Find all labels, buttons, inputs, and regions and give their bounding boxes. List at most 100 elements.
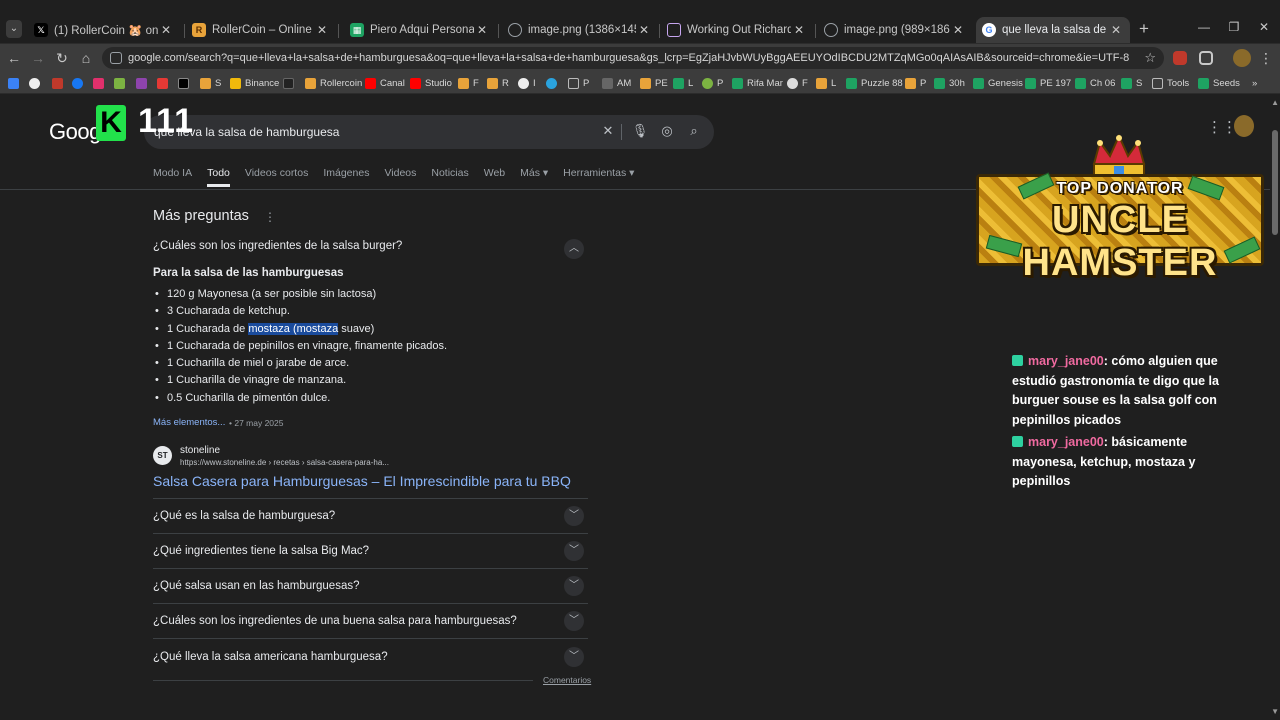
bookmark-item[interactable]: Rifa Mar xyxy=(732,75,783,91)
tab-search-button[interactable]: ⌄ xyxy=(6,20,22,38)
more-elements-link[interactable]: Más elementos... xyxy=(153,417,225,428)
bookmark-item[interactable] xyxy=(52,75,67,91)
close-icon[interactable]: ✕ xyxy=(474,23,490,37)
bookmark-item[interactable]: Studio xyxy=(410,75,452,91)
site-info-icon[interactable] xyxy=(110,52,122,64)
extension-icon[interactable] xyxy=(1173,51,1187,65)
bookmark-item[interactable]: Seeds xyxy=(1198,75,1240,91)
bookmark-item[interactable]: PE xyxy=(640,75,668,91)
chevron-down-icon[interactable]: ﹀ xyxy=(564,576,584,596)
chevron-up-icon[interactable]: ︿ xyxy=(564,239,584,259)
bookmark-item[interactable]: Puzzle 88 xyxy=(846,75,903,91)
close-icon[interactable]: ✕ xyxy=(950,23,966,37)
browser-tab[interactable]: Working Out Richard Simmons ✕ xyxy=(661,18,813,42)
bookmark-item[interactable]: S xyxy=(1121,75,1142,91)
profile-avatar[interactable] xyxy=(1233,49,1251,67)
tab-mas[interactable]: Más ▾ xyxy=(520,167,548,187)
search-icon[interactable]: ⌕ xyxy=(685,123,703,139)
bookmark-item[interactable] xyxy=(29,75,44,91)
question-row[interactable]: ¿Cuáles son los ingredientes de una buen… xyxy=(153,604,588,639)
question-row[interactable]: ¿Qué lleva la salsa americana hamburgues… xyxy=(153,640,588,675)
bookmark-item[interactable] xyxy=(72,75,87,91)
tab-imagenes[interactable]: Imágenes xyxy=(323,167,369,187)
bookmark-item[interactable]: R xyxy=(487,75,509,91)
bookmark-item[interactable] xyxy=(136,75,151,91)
tab-videos-cortos[interactable]: Videos cortos xyxy=(245,167,308,187)
source-name[interactable]: stoneline xyxy=(180,445,220,456)
clear-icon[interactable]: ✕ xyxy=(599,123,617,139)
bookmark-item[interactable]: Rollercoin xyxy=(305,75,362,91)
tab-noticias[interactable]: Noticias xyxy=(431,167,468,187)
question-expanded[interactable]: ¿Cuáles son los ingredientes de la salsa… xyxy=(153,239,588,259)
close-icon[interactable]: ✕ xyxy=(1108,23,1124,37)
close-icon[interactable]: ✕ xyxy=(158,23,174,37)
bookmark-item[interactable]: Binance xyxy=(230,75,279,91)
restore-icon[interactable]: ❐ xyxy=(1226,20,1242,34)
address-bar[interactable]: google.com/search?q=que+lleva+la+salsa+d… xyxy=(102,47,1164,69)
browser-tab[interactable]: image.png (989×186) ✕ xyxy=(818,18,972,42)
bookmark-star-icon[interactable]: ☆ xyxy=(1144,47,1156,69)
tab-todo[interactable]: Todo xyxy=(207,167,230,187)
source-favicon[interactable]: ST xyxy=(153,446,172,465)
bookmark-item[interactable]: F xyxy=(458,75,479,91)
bookmark-item[interactable]: L xyxy=(816,75,836,91)
chevron-down-icon[interactable]: ﹀ xyxy=(564,647,584,667)
chevron-down-icon[interactable]: ﹀ xyxy=(564,541,584,561)
source-url[interactable]: https://www.stoneline.de › recetas › sal… xyxy=(180,458,389,467)
tab-videos[interactable]: Videos xyxy=(384,167,416,187)
question-row[interactable]: ¿Qué ingredientes tiene la salsa Big Mac… xyxy=(153,534,588,569)
bookmark-item[interactable]: L xyxy=(673,75,693,91)
chevron-down-icon[interactable]: ﹀ xyxy=(564,506,584,526)
minimize-icon[interactable]: — xyxy=(1196,20,1212,34)
close-icon[interactable]: ✕ xyxy=(636,23,652,37)
close-icon[interactable]: ✕ xyxy=(791,23,807,37)
new-tab-button[interactable]: + xyxy=(1136,20,1152,38)
reload-icon[interactable]: ↻ xyxy=(52,48,72,68)
forward-icon[interactable]: → xyxy=(28,48,48,68)
bookmark-item[interactable]: F xyxy=(787,75,808,91)
source-title-link[interactable]: Salsa Casera para Hamburguesas – El Impr… xyxy=(153,473,571,489)
bookmark-item[interactable]: P xyxy=(568,75,589,91)
bookmark-item[interactable]: Canal xyxy=(365,75,405,91)
tab-web[interactable]: Web xyxy=(484,167,505,187)
chevron-down-icon[interactable]: ﹀ xyxy=(564,611,584,631)
scroll-thumb[interactable] xyxy=(1272,130,1278,235)
microphone-icon[interactable]: 🎙 xyxy=(631,123,649,139)
bookmark-item[interactable] xyxy=(178,75,193,91)
bookmark-item[interactable]: P xyxy=(905,75,926,91)
close-icon[interactable]: ✕ xyxy=(314,23,330,37)
bookmark-item[interactable] xyxy=(157,75,172,91)
bookmark-item[interactable] xyxy=(93,75,108,91)
bookmark-item[interactable]: Genesis xyxy=(973,75,1023,91)
bookmark-item[interactable]: S xyxy=(200,75,221,91)
google-logo[interactable]: Goog xyxy=(49,119,101,145)
search-box[interactable]: que lleva la salsa de hamburguesa ✕ 🎙 ◎ … xyxy=(144,115,714,149)
browser-tab-active[interactable]: G que lleva la salsa de hamburgu ✕ xyxy=(976,17,1130,43)
tab-herramientas[interactable]: Herramientas ▾ xyxy=(563,167,634,187)
bookmark-item[interactable] xyxy=(114,75,129,91)
bookmark-item[interactable] xyxy=(8,75,23,91)
extensions-puzzle-icon[interactable] xyxy=(1199,51,1213,65)
bookmark-item[interactable] xyxy=(546,75,561,91)
home-icon[interactable]: ⌂ xyxy=(76,48,96,68)
browser-tab[interactable]: R RollerCoin – Online Bitcoin Mi ✕ xyxy=(186,18,336,42)
close-window-icon[interactable]: ✕ xyxy=(1256,20,1272,34)
bookmark-item[interactable]: Ch 06 xyxy=(1075,75,1115,91)
bookmark-folder[interactable]: Tools xyxy=(1152,75,1189,91)
more-options-icon[interactable]: ⋮ xyxy=(264,210,276,224)
bookmark-item[interactable]: P xyxy=(702,75,723,91)
question-row[interactable]: ¿Qué salsa usan en las hamburguesas? ﹀ xyxy=(153,569,588,604)
tab-modo-ia[interactable]: Modo IA xyxy=(153,167,192,187)
browser-tab[interactable]: 𝕏 (1) RollerCoin 🐹 on X: "🎁 DE ✕ xyxy=(28,18,180,42)
lens-icon[interactable]: ◎ xyxy=(658,123,676,139)
bookmark-item[interactable]: AM xyxy=(602,75,631,91)
back-icon[interactable]: ← xyxy=(4,48,24,68)
browser-tab[interactable]: image.png (1386×1458) ✕ xyxy=(502,18,658,42)
bookmark-item[interactable]: 30h xyxy=(934,75,965,91)
bookmark-item[interactable] xyxy=(283,75,298,91)
more-bookmarks-icon[interactable]: » xyxy=(1252,75,1257,91)
menu-kebab-icon[interactable]: ⋮ xyxy=(1256,48,1276,68)
scroll-down-icon[interactable]: ▼ xyxy=(1271,707,1279,716)
question-row[interactable]: ¿Qué es la salsa de hamburguesa? ﹀ xyxy=(153,499,588,534)
feedback-link[interactable]: Comentarios xyxy=(543,675,591,685)
